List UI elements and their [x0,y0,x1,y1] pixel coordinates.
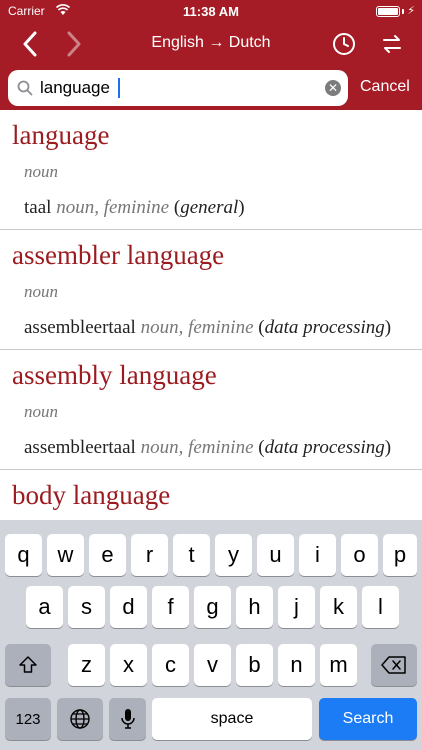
translation-line: assembleertaal noun, feminine (data proc… [24,317,392,338]
microphone-icon [120,709,135,729]
headword: body language [12,480,171,510]
dictation-key[interactable] [109,698,146,740]
shift-icon [19,656,37,673]
translation-line: assembleertaal noun, feminine (data proc… [24,437,392,458]
search-icon [17,80,33,96]
key-w[interactable]: w [47,534,84,576]
key-j[interactable]: j [278,586,315,628]
key-m[interactable]: m [320,644,357,686]
keyboard-row-3: z x c v b n m [0,644,422,686]
charging-bolt-icon: ⚡ [407,5,415,17]
keyboard-row-4: 123 space Search [0,698,422,740]
space-key[interactable]: space [152,698,312,740]
result-item[interactable]: language noun taal noun, feminine (gener… [0,110,422,230]
key-i[interactable]: i [299,534,336,576]
key-p[interactable]: p [383,534,417,576]
key-x[interactable]: x [110,644,147,686]
clear-icon[interactable]: ✕ [325,80,341,96]
app-header: Carrier 11:38 AM ⚡ English → Dutch langu… [0,0,422,110]
status-bar: Carrier 11:38 AM ⚡ [0,0,422,22]
translation-line: taal noun, feminine (general) [24,197,245,218]
nav-bar: English → Dutch [0,22,422,66]
grammar: noun, feminine [56,197,170,218]
key-v[interactable]: v [194,644,231,686]
keyboard: q w e r t y u i o p a s d f g h j k l z … [0,520,422,750]
key-e[interactable]: e [89,534,126,576]
key-k[interactable]: k [320,586,357,628]
key-f[interactable]: f [152,586,189,628]
result-item[interactable]: body language [0,470,422,520]
context: general [180,197,239,218]
context: data processing [264,317,385,338]
keyboard-row-1: q w e r t y u i o p [0,534,422,576]
grammar: noun, feminine [140,317,254,338]
backspace-icon [381,656,406,674]
shift-key[interactable] [5,644,51,686]
key-n[interactable]: n [278,644,315,686]
key-u[interactable]: u [257,534,294,576]
result-item[interactable]: assembly language noun assembleertaal no… [0,350,422,470]
search-input[interactable] [40,70,320,106]
key-h[interactable]: h [236,586,273,628]
search-box[interactable]: ✕ [8,70,348,106]
swap-icon [383,35,401,53]
part-of-speech: noun [24,162,58,181]
text-caret [118,78,120,98]
clock-icon [333,33,355,55]
delete-key[interactable] [371,644,417,686]
headword: assembler language [12,240,225,270]
swap-languages-button[interactable] [376,28,408,60]
key-y[interactable]: y [215,534,252,576]
status-time: 11:38 AM [183,4,239,19]
headword: language [12,120,110,150]
key-z[interactable]: z [68,644,105,686]
part-of-speech: noun [24,282,58,301]
key-t[interactable]: t [173,534,210,576]
translation: taal [24,197,52,218]
key-a[interactable]: a [26,586,63,628]
key-g[interactable]: g [194,586,231,628]
context: data processing [264,437,385,458]
battery-cap [402,9,404,14]
keyboard-row-2: a s d f g h j k l [0,586,422,628]
search-key[interactable]: Search [319,698,417,740]
cancel-button[interactable]: Cancel [360,78,410,96]
key-l[interactable]: l [362,586,399,628]
key-s[interactable]: s [68,586,105,628]
battery-icon [376,6,400,17]
translation: assembleertaal [24,437,136,458]
result-item[interactable]: assembler language noun assembleertaal n… [0,230,422,350]
key-r[interactable]: r [131,534,168,576]
translation: assembleertaal [24,317,136,338]
grammar: noun, feminine [140,437,254,458]
results-list: language noun taal noun, feminine (gener… [0,110,422,520]
key-b[interactable]: b [236,644,273,686]
headword: assembly language [12,360,217,390]
key-d[interactable]: d [110,586,147,628]
search-row: ✕ Cancel [0,66,422,110]
history-button[interactable] [328,28,360,60]
numbers-key[interactable]: 123 [5,698,51,740]
key-o[interactable]: o [341,534,378,576]
part-of-speech: noun [24,402,58,421]
key-q[interactable]: q [5,534,42,576]
globe-icon [70,709,90,729]
globe-key[interactable] [57,698,103,740]
key-c[interactable]: c [152,644,189,686]
